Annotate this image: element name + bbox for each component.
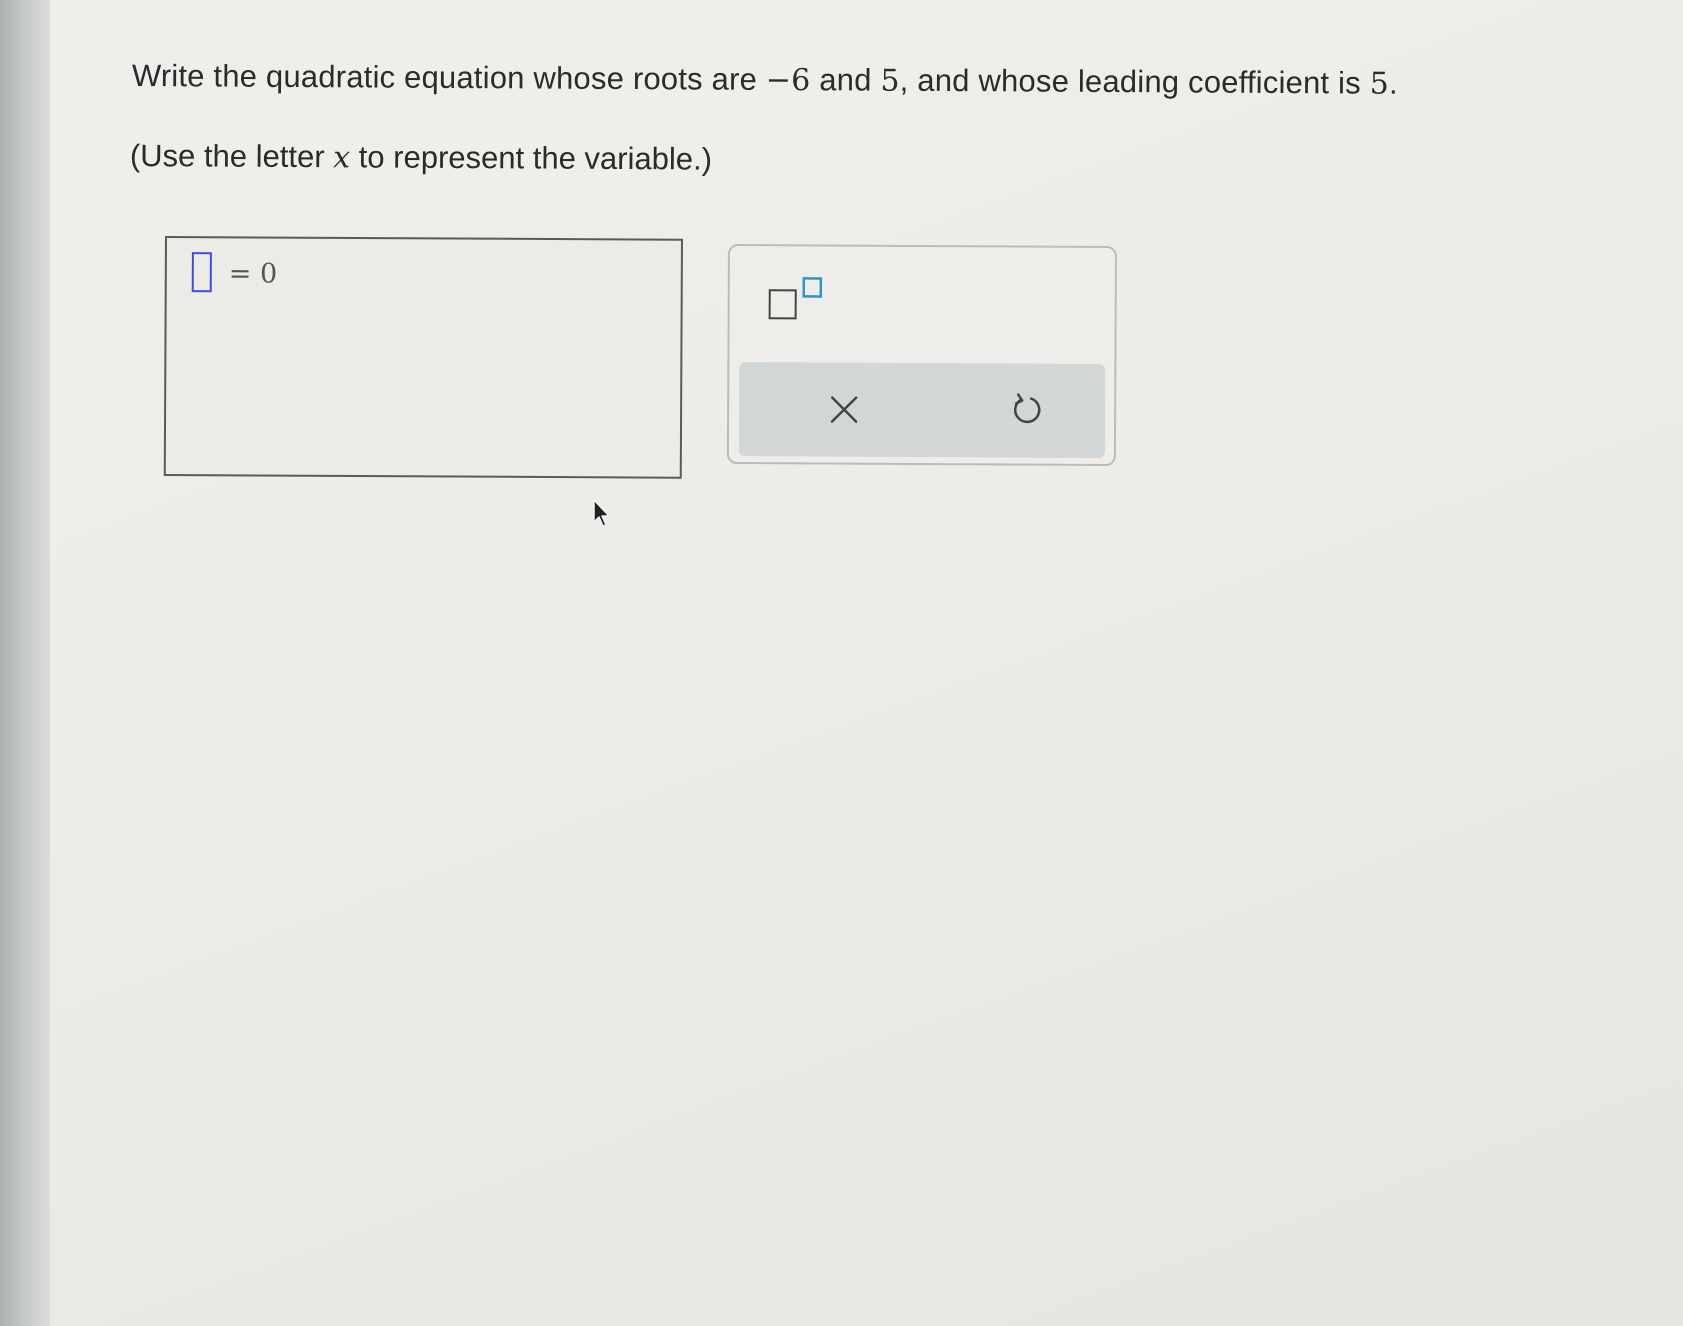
instruction-text: (Use the letter x to represent the varia… xyxy=(130,138,712,178)
equals-zero-label: = 0 xyxy=(228,258,278,290)
window-edge xyxy=(0,0,50,1326)
answer-input-slot[interactable] xyxy=(191,252,212,293)
instruction-variable: x xyxy=(333,140,351,176)
undo-button[interactable] xyxy=(1002,385,1052,435)
question-page xyxy=(50,0,1683,1326)
instruction-prefix: (Use the letter xyxy=(129,138,334,175)
math-toolbar xyxy=(726,244,1117,467)
exponent-template-icon xyxy=(768,277,823,320)
root-one: −6 xyxy=(765,62,811,99)
instruction-suffix: to represent the variable.) xyxy=(350,139,713,177)
root-two: 5 xyxy=(880,63,900,99)
question-middle-one: and xyxy=(810,62,881,98)
undo-icon xyxy=(1014,393,1041,424)
question-middle-two: , and whose leading coefficient is xyxy=(899,62,1370,101)
leading-coefficient: 5 xyxy=(1369,66,1390,102)
mouse-cursor-icon xyxy=(593,499,610,527)
question-prefix: Write the quadratic equation whose roots… xyxy=(131,58,766,97)
answer-box[interactable]: = 0 xyxy=(163,236,683,479)
exponent-button[interactable] xyxy=(768,276,828,328)
question-suffix: . xyxy=(1388,65,1398,101)
clear-button[interactable] xyxy=(819,384,869,434)
close-icon xyxy=(830,396,858,423)
action-bar xyxy=(738,362,1106,458)
